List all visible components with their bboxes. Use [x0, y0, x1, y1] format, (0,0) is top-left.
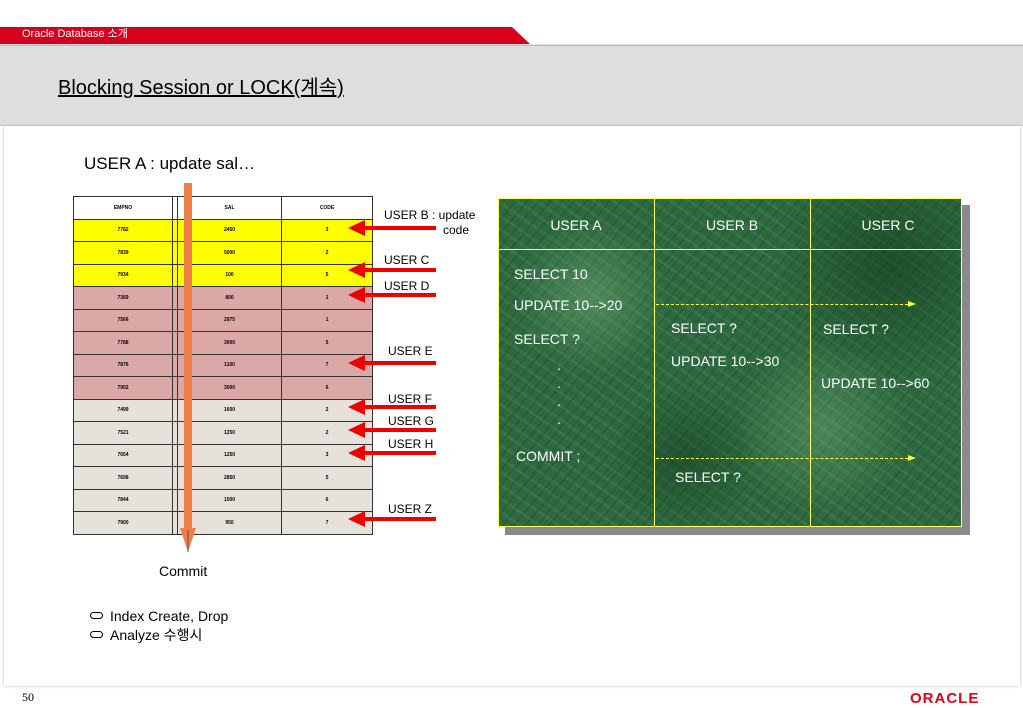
page-number: 50	[22, 690, 34, 704]
flow-dashed-line	[656, 458, 908, 459]
user-a-dot: .	[557, 393, 561, 409]
user-a-dot: .	[557, 357, 561, 373]
pointer-arrow-user-b	[348, 220, 436, 236]
user-a-step: UPDATE 10-->20	[514, 297, 623, 313]
user-e-label: USER E	[388, 344, 433, 358]
user-b-label-line2: code	[443, 223, 470, 237]
user-f-label: USER F	[388, 392, 433, 406]
flow-arrow-icon	[908, 301, 916, 307]
panel-header-user-c: USER C	[861, 217, 915, 233]
user-b-step: UPDATE 10-->30	[671, 353, 780, 369]
user-a-dot: .	[557, 411, 561, 427]
user-d-label: USER D	[384, 279, 430, 293]
note-item: Index Create, Drop	[90, 608, 228, 624]
user-b-step: SELECT ?	[671, 320, 737, 336]
user-a-step: SELECT 10	[514, 266, 588, 282]
note-item: Analyze 수행시	[90, 627, 202, 643]
user-a-step: SELECT ?	[514, 331, 580, 347]
user-z-label: USER Z	[388, 502, 433, 516]
user-a-dot: .	[557, 375, 561, 391]
user-c-step: UPDATE 10-->60	[821, 375, 930, 391]
user-c-step: SELECT ?	[823, 321, 889, 337]
bullet-icon	[90, 611, 103, 619]
flow-dashed-line	[656, 304, 908, 305]
panel-header-user-b: USER B	[705, 217, 759, 233]
user-a-step: COMMIT ;	[516, 448, 581, 464]
panel-header-user-a: USER A	[550, 217, 602, 233]
note-text: Analyze 수행시	[110, 627, 203, 643]
oracle-logo: ORACLE	[910, 690, 980, 707]
header-divider	[499, 249, 961, 250]
session-panel: USER A USER B USER C SELECT 10 UPDATE 10…	[498, 198, 962, 527]
user-g-label: USER G	[388, 414, 435, 428]
commit-label: Commit	[159, 563, 208, 579]
timeline-arrow	[180, 183, 196, 552]
user-c-label: USER C	[384, 253, 430, 267]
user-b-label: USER B : update	[384, 208, 476, 222]
note-text: Index Create, Drop	[110, 608, 229, 624]
bullet-icon	[90, 630, 103, 638]
user-b-step: SELECT ?	[675, 469, 741, 485]
flow-arrow-icon	[908, 455, 916, 461]
user-h-label: USER H	[388, 437, 434, 451]
